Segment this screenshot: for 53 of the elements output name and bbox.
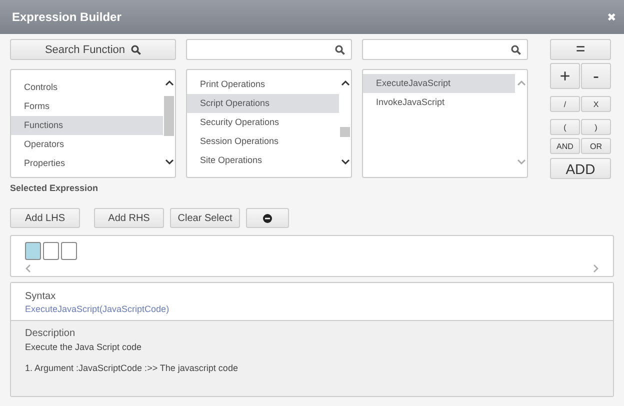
list-item[interactable]: Session Operations — [187, 132, 339, 151]
operator-button[interactable]: ) — [581, 119, 611, 135]
expression-slot[interactable] — [25, 242, 41, 260]
scrollbar-thumb[interactable] — [164, 96, 174, 136]
section-label: Selected Expression — [10, 183, 100, 193]
scroll-up-icon — [516, 80, 526, 86]
search-icon — [131, 44, 142, 54]
operator-button[interactable]: ADD — [550, 158, 611, 179]
list-item[interactable]: Functions — [11, 116, 163, 135]
action-button[interactable]: Add LHS — [10, 208, 80, 228]
list-item[interactable]: ExecuteJavaScript — [363, 74, 515, 93]
description-text: Execute the Java Script code — [25, 342, 143, 352]
syntax-label: Syntax — [25, 291, 57, 302]
expression-slot[interactable] — [61, 242, 77, 260]
argument-text: 1. Argument :JavaScriptCode :>> The javascript code — [25, 363, 239, 373]
operator-button[interactable]: = — [550, 39, 611, 60]
operator-button[interactable]: AND — [550, 138, 580, 154]
list-item[interactable]: Forms — [11, 97, 163, 116]
search-field[interactable] — [186, 39, 352, 60]
list-item[interactable]: Operators — [11, 135, 163, 154]
scroll-left-icon — [25, 264, 31, 273]
list-item[interactable]: Script Operations — [187, 94, 339, 113]
list-item[interactable]: Site Operations — [187, 151, 339, 170]
operator-button[interactable]: X — [581, 96, 611, 112]
expression-slot[interactable] — [43, 242, 59, 260]
list-item[interactable]: Print Operations — [187, 75, 339, 94]
remove-button[interactable] — [246, 208, 289, 228]
operator-button[interactable]: + — [550, 63, 580, 89]
scroll-down-icon — [340, 159, 350, 165]
syntax-text: ExecuteJavaScript(JavaScriptCode) — [25, 304, 170, 314]
action-button[interactable]: Add RHS — [94, 208, 164, 228]
operator-button[interactable]: - — [581, 63, 611, 89]
scroll-up-icon — [340, 80, 350, 86]
operator-button[interactable]: ( — [550, 119, 580, 135]
operator-button[interactable]: OR — [581, 138, 611, 154]
operator-button[interactable]: / — [550, 96, 580, 112]
scrollbar-thumb[interactable] — [340, 127, 350, 137]
description-label: Description — [25, 328, 76, 339]
list-item[interactable]: Security Operations — [187, 113, 339, 132]
scroll-right-icon — [593, 264, 599, 273]
scroll-down-icon — [164, 159, 174, 165]
list-item[interactable]: InvokeJavaScript — [363, 93, 515, 112]
minus-circle-icon — [263, 214, 272, 222]
scroll-down-icon — [516, 159, 526, 165]
window-title: Expression Builder — [12, 10, 122, 24]
search-field[interactable] — [362, 39, 528, 60]
action-button[interactable]: Clear Select — [170, 208, 240, 228]
list-item[interactable]: Properties — [11, 154, 163, 173]
search-icon — [335, 44, 345, 54]
search-icon — [511, 44, 521, 54]
search-button[interactable]: Search Function — [10, 39, 176, 60]
list-item[interactable]: Controls — [11, 78, 163, 97]
scroll-up-icon — [164, 80, 174, 86]
